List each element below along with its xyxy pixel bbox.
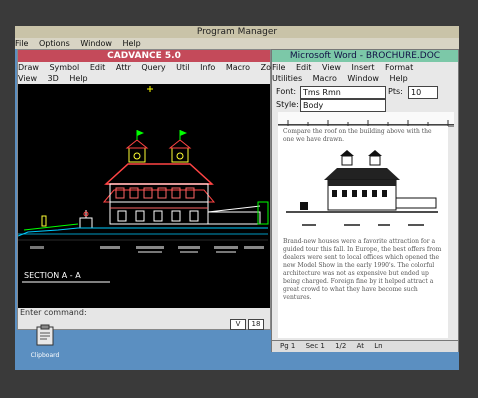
cadvance-window: CADVANCE 5.0 Draw Symbol Edit Attr Query… [17, 49, 284, 330]
word-menu-file[interactable]: File [272, 63, 285, 72]
cad-menu-help[interactable]: Help [69, 74, 87, 83]
section-label: SECTION A - A [24, 271, 81, 280]
pts-label: Pts: [388, 87, 403, 96]
word-window: Microsoft Word - BROCHURE.DOC File Edit … [271, 49, 459, 352]
pts-select[interactable]: 10 [408, 86, 438, 99]
word-menu-edit[interactable]: Edit [296, 63, 312, 72]
doc-paragraph: Brand-new houses were a favorite attract… [283, 238, 442, 301]
cad-menu-symbol[interactable]: Symbol [49, 63, 79, 72]
cadvance-menubar: Draw Symbol Edit Attr Query Util Info Ma… [18, 62, 284, 73]
status-section: Sec 1 [305, 342, 325, 350]
style-label: Style: [276, 100, 299, 109]
cad-command-field[interactable]: V [230, 319, 246, 330]
word-menu-insert[interactable]: Insert [352, 63, 375, 72]
pm-menu-options[interactable]: Options [39, 39, 70, 48]
word-menu-macro[interactable]: Macro [313, 74, 337, 83]
cad-drawing-canvas[interactable]: SECTION A - A [18, 84, 270, 304]
word-ruler[interactable] [278, 112, 454, 127]
word-menu-help[interactable]: Help [390, 74, 408, 83]
pm-menu-help[interactable]: Help [122, 39, 140, 48]
status-page: Pg 1 [280, 342, 296, 350]
status-pages: 1/2 [335, 342, 347, 350]
font-label: Font: [276, 87, 297, 96]
pm-menu-window[interactable]: Window [80, 39, 112, 48]
cad-command-prompt: Enter command: [20, 308, 87, 317]
cad-menu-3d[interactable]: 3D [48, 74, 59, 83]
cad-menu-edit[interactable]: Edit [90, 63, 106, 72]
dimension-notes [30, 246, 264, 253]
clipboard-label: Clipboard [30, 352, 60, 359]
cad-menu-macro[interactable]: Macro [226, 63, 250, 72]
cad-menu-info[interactable]: Info [200, 63, 215, 72]
cadvance-titlebar: CADVANCE 5.0 [18, 50, 270, 62]
clipboard-icon[interactable] [35, 324, 55, 346]
pm-menu-file[interactable]: File [15, 39, 28, 48]
cad-menu-draw[interactable]: Draw [18, 63, 39, 72]
word-menubar-2: Utilities Macro Window Help [272, 73, 458, 84]
word-menu-format[interactable]: Format [385, 63, 413, 72]
font-select[interactable]: Tms Rmn [300, 86, 386, 99]
clipboard-icon-group[interactable]: Clipboard [25, 324, 65, 364]
word-menu-view[interactable]: View [322, 63, 341, 72]
program-manager-menubar: File Options Window Help [15, 38, 459, 49]
word-document-page[interactable]: Compare the roof on the building above w… [278, 126, 448, 338]
monitor-bezel: Program Manager File Options Window Help… [0, 0, 478, 398]
cad-menu-query[interactable]: Query [141, 63, 165, 72]
word-menu-window[interactable]: Window [347, 74, 379, 83]
word-menu-utilities[interactable]: Utilities [272, 74, 302, 83]
doc-heading: Compare the roof on the building above w… [283, 128, 432, 143]
style-select[interactable]: Body [300, 99, 386, 112]
cad-menu-util[interactable]: Util [176, 63, 189, 72]
status-line: Ln [374, 342, 383, 350]
word-menubar-1: File Edit View Insert Format [272, 62, 458, 73]
desktop: Program Manager File Options Window Help… [15, 26, 459, 370]
cadvance-menubar-2: View 3D Help [18, 73, 270, 84]
cad-command-value[interactable]: 18 [248, 319, 264, 330]
word-status-bar: Pg 1 Sec 1 1/2 At Ln [272, 340, 458, 352]
cad-menu-attr[interactable]: Attr [116, 63, 131, 72]
word-titlebar: Microsoft Word - BROCHURE.DOC [272, 50, 458, 62]
cad-menu-view[interactable]: View [18, 74, 37, 83]
program-manager-titlebar: Program Manager [15, 26, 459, 38]
status-at: At [356, 342, 365, 350]
building-elevation [18, 130, 269, 241]
doc-building-image [286, 150, 438, 226]
